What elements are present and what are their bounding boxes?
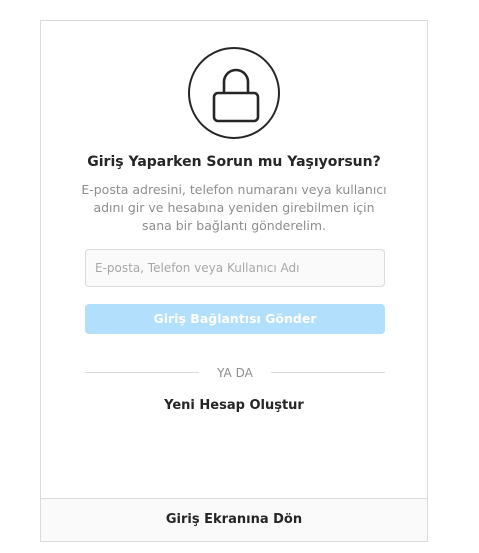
or-divider-label: YA DA bbox=[217, 366, 253, 380]
divider-line-left bbox=[85, 372, 199, 373]
password-reset-card: Giriş Yaparken Sorun mu Yaşıyorsun? E-po… bbox=[40, 20, 428, 498]
lock-icon bbox=[188, 47, 280, 139]
create-account-link[interactable]: Yeni Hesap Oluştur bbox=[41, 398, 427, 413]
identifier-input[interactable] bbox=[86, 250, 384, 286]
divider-line-right bbox=[271, 372, 385, 373]
identifier-field[interactable] bbox=[85, 249, 385, 287]
page-title: Giriş Yaparken Sorun mu Yaşıyorsun? bbox=[87, 154, 381, 170]
send-login-link-button[interactable]: Giriş Bağlantısı Gönder bbox=[85, 304, 385, 334]
instructions-text: E-posta adresini, telefon numaranı veya … bbox=[81, 182, 387, 233]
page: Giriş Yaparken Sorun mu Yaşıyorsun? E-po… bbox=[0, 0, 479, 553]
back-to-login-button[interactable]: Giriş Ekranına Dön bbox=[40, 498, 428, 542]
